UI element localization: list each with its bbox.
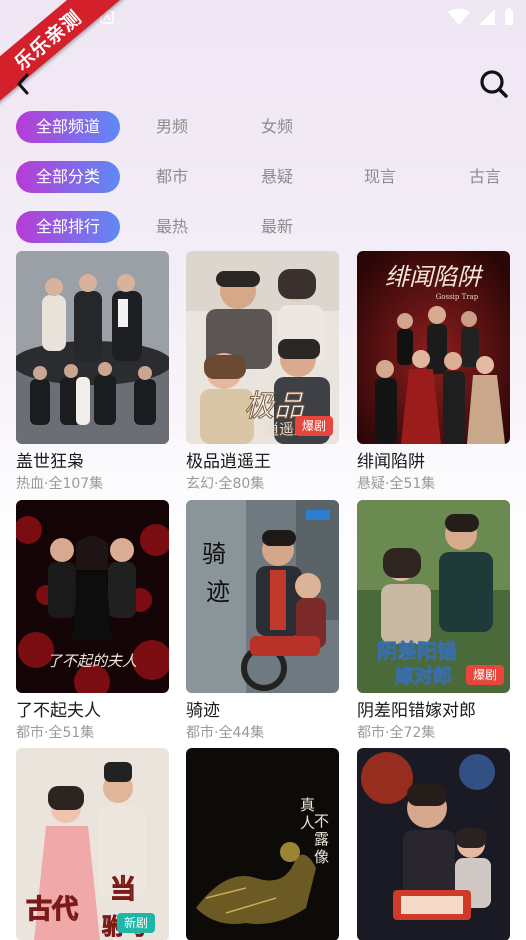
rank-filter-row: 全部排行 最热 最新 bbox=[0, 211, 526, 243]
drama-title: 盖世狂枭 bbox=[16, 452, 84, 472]
svg-text:像: 像 bbox=[314, 848, 329, 866]
channel-male-chip[interactable]: 男频 bbox=[140, 111, 204, 143]
svg-text:不: 不 bbox=[314, 812, 329, 830]
drama-poster: 阴差阳错 嫁对郎 爆剧 bbox=[357, 500, 510, 693]
drama-meta: 都市·全51集 bbox=[16, 725, 95, 741]
header bbox=[0, 62, 526, 106]
category-modern-romance-chip[interactable]: 现言 bbox=[348, 161, 412, 193]
category-urban-chip[interactable]: 都市 bbox=[140, 161, 204, 193]
drama-title: 绯闻陷阱 bbox=[357, 452, 425, 472]
drama-poster bbox=[357, 748, 510, 940]
drama-meta: 热血·全107集 bbox=[16, 476, 104, 492]
drama-card[interactable]: 古代 当 驸马 新剧 bbox=[16, 748, 169, 940]
hot-tag: 爆剧 bbox=[465, 665, 504, 685]
drama-title: 骑迹 bbox=[186, 701, 220, 721]
category-suspense-chip[interactable]: 悬疑 bbox=[245, 161, 309, 193]
new-tag: 新剧 bbox=[116, 913, 155, 933]
drama-poster: 古代 当 驸马 新剧 bbox=[16, 748, 169, 940]
svg-text:Gossip Trap: Gossip Trap bbox=[436, 293, 479, 301]
drama-poster: 极品 逍遥王 爆剧 bbox=[186, 251, 339, 444]
drama-meta: 都市·全72集 bbox=[357, 725, 436, 741]
hot-tag: 爆剧 bbox=[294, 416, 333, 436]
wifi-icon bbox=[448, 8, 470, 25]
svg-text:绯闻陷阱: 绯闻陷阱 bbox=[385, 263, 484, 291]
back-arrow-icon[interactable] bbox=[10, 70, 38, 98]
search-icon[interactable] bbox=[478, 68, 510, 100]
drama-meta: 悬疑·全51集 bbox=[357, 476, 436, 492]
drama-card[interactable] bbox=[357, 748, 510, 940]
category-all-chip[interactable]: 全部分类 bbox=[16, 161, 120, 193]
channel-all-chip[interactable]: 全部频道 bbox=[16, 111, 120, 143]
signal-icon bbox=[479, 9, 495, 25]
svg-text:真: 真 bbox=[300, 796, 315, 814]
drama-meta: 玄幻·全80集 bbox=[186, 476, 265, 492]
svg-text:骑: 骑 bbox=[202, 540, 226, 568]
drama-meta: 都市·全44集 bbox=[186, 725, 265, 741]
svg-text:人: 人 bbox=[300, 814, 315, 832]
svg-text:当: 当 bbox=[110, 875, 136, 905]
svg-text:嫁对郎: 嫁对郎 bbox=[395, 664, 452, 687]
drama-poster: 骑 迹 bbox=[186, 500, 339, 693]
rank-hottest-chip[interactable]: 最热 bbox=[140, 211, 204, 243]
battery-icon bbox=[505, 8, 513, 25]
svg-text:了不起的夫人: 了不起的夫人 bbox=[47, 652, 137, 670]
category-ancient-romance-chip[interactable]: 古言 bbox=[453, 161, 517, 193]
drama-title: 了不起夫人 bbox=[16, 701, 101, 721]
svg-text:阴差阳错: 阴差阳错 bbox=[377, 639, 457, 663]
svg-text:露: 露 bbox=[314, 830, 329, 848]
drama-card[interactable]: 真人 不露像 bbox=[186, 748, 339, 940]
drama-card[interactable]: 绯闻陷阱 Gossip Trap 绯闻陷阱 悬疑·全51集 bbox=[357, 251, 510, 494]
drama-card[interactable]: 阴差阳错 嫁对郎 爆剧 阴差阳错嫁对郎 都市·全72集 bbox=[357, 500, 510, 743]
category-filter-row: 全部分类 都市 悬疑 现言 古言 bbox=[0, 161, 526, 193]
drama-card[interactable]: 骑 迹 骑迹 都市·全44集 bbox=[186, 500, 339, 743]
drama-poster: 绯闻陷阱 Gossip Trap bbox=[357, 251, 510, 444]
rank-all-chip[interactable]: 全部排行 bbox=[16, 211, 120, 243]
rank-newest-chip[interactable]: 最新 bbox=[245, 211, 309, 243]
channel-filter-row: 全部频道 男频 女频 bbox=[0, 111, 526, 143]
drama-poster bbox=[16, 251, 169, 444]
drama-card[interactable]: 极品 逍遥王 爆剧 极品逍遥王 玄幻·全80集 bbox=[186, 251, 339, 494]
drama-card[interactable]: 了不起的夫人 了不起夫人 都市·全51集 bbox=[16, 500, 169, 743]
drama-poster: 真人 不露像 bbox=[186, 748, 339, 940]
channel-female-chip[interactable]: 女频 bbox=[245, 111, 309, 143]
status-icons bbox=[448, 8, 514, 26]
drama-card[interactable]: 盖世狂枭 热血·全107集 bbox=[16, 251, 169, 494]
svg-text:迹: 迹 bbox=[206, 578, 230, 606]
drama-poster: 了不起的夫人 bbox=[16, 500, 169, 693]
drama-title: 阴差阳错嫁对郎 bbox=[357, 701, 476, 721]
drama-title: 极品逍遥王 bbox=[186, 452, 271, 472]
svg-text:古代: 古代 bbox=[26, 895, 78, 925]
